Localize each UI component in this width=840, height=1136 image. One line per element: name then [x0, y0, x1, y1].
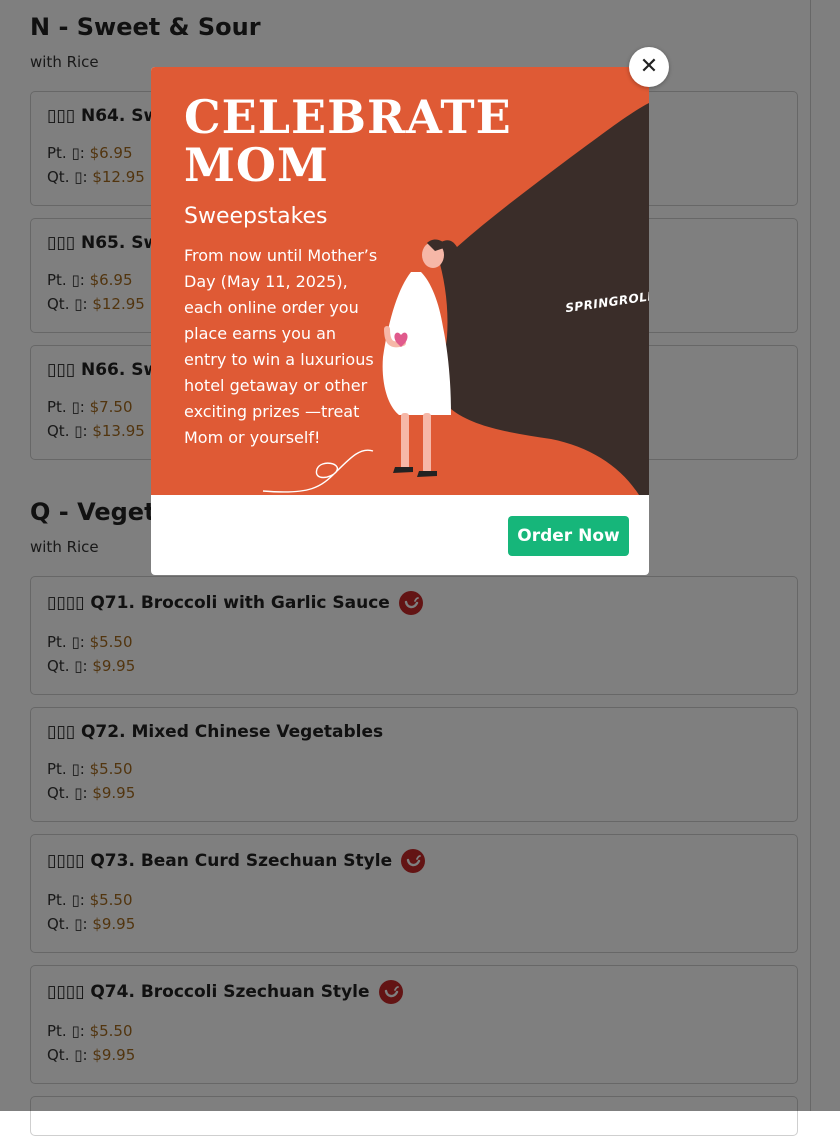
close-icon: ✕ [639, 54, 659, 79]
promo-subhead: Sweepstakes [184, 204, 328, 229]
headline-line-2: MOM [184, 138, 329, 192]
promo-headline: CELEBRATE MOM [184, 93, 512, 189]
promo-modal: CELEBRATE MOM Sweepstakes From now until… [151, 67, 649, 575]
headline-line-1: CELEBRATE [184, 90, 512, 144]
promo-body: From now until Mother’s Day (May 11, 202… [184, 246, 378, 447]
promo-banner: CELEBRATE MOM Sweepstakes From now until… [151, 67, 649, 495]
close-modal-button[interactable]: ✕ [629, 47, 669, 87]
order-now-button[interactable]: Order Now [508, 516, 629, 556]
